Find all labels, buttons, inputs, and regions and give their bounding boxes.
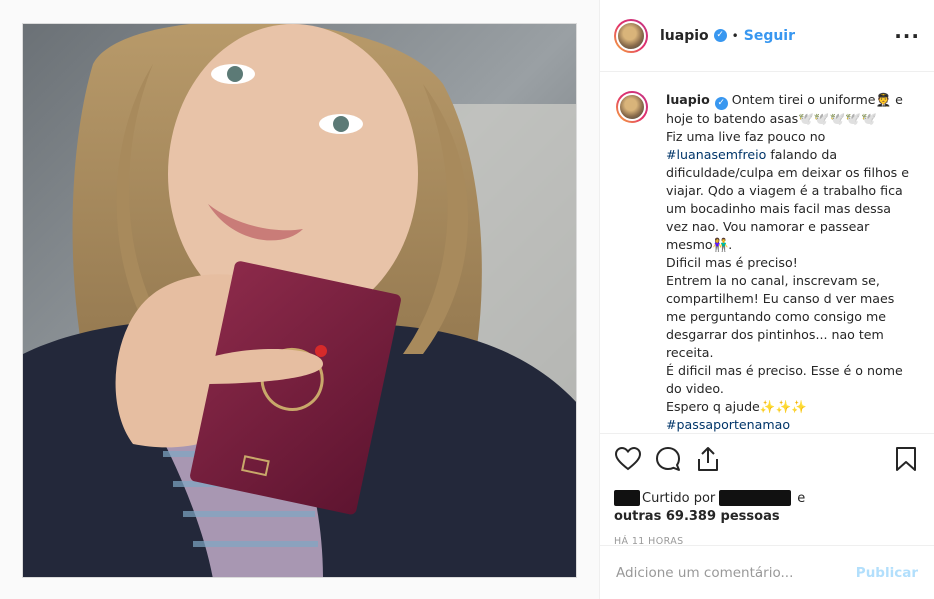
caption-line: me perguntando como consigo me	[666, 309, 887, 324]
likes-and-label: e	[797, 491, 806, 506]
redacted-avatar	[614, 490, 640, 506]
caption-text: luapio ✓ Ontem tirei o uniforme🧑‍✈️ e hoj…	[666, 91, 916, 433]
caption-line: Ontem tirei o uniforme🧑‍✈️ e	[731, 92, 903, 107]
caption-line: um bocadinho mais facil mas dessa	[666, 201, 892, 216]
caption-row: luapio ✓ Ontem tirei o uniforme🧑‍✈️ e hoj…	[616, 91, 918, 433]
liked-by-label: Curtido por	[642, 491, 716, 506]
instagram-post-modal: luapio ✓ • Seguir ··· luapio ✓ Ontem tire…	[0, 0, 934, 599]
hashtag-passaportenamao[interactable]: #passaportenamao	[666, 417, 790, 432]
action-icons	[614, 444, 920, 474]
post-header: luapio ✓ • Seguir ···	[600, 0, 934, 72]
post-photo[interactable]	[22, 23, 577, 578]
caption-line: receita.	[666, 345, 714, 360]
post-actions: Curtido por e outras 69.389 pessoas HÁ 1…	[600, 433, 934, 547]
avatar-image	[616, 20, 646, 51]
photo-illustration	[23, 24, 576, 577]
like-heart-icon[interactable]	[614, 445, 642, 473]
photo-pane	[0, 0, 600, 599]
comment-input[interactable]	[616, 564, 856, 581]
caption-avatar-image	[618, 93, 646, 121]
avatar[interactable]	[614, 18, 648, 53]
caption-section: luapio ✓ Ontem tirei o uniforme🧑‍✈️ e hoj…	[600, 73, 934, 433]
header-username[interactable]: luapio	[660, 28, 709, 44]
more-options-icon[interactable]: ···	[894, 26, 920, 46]
comment-bubble-icon[interactable]	[654, 445, 682, 473]
hashtag-luanasemfreio[interactable]: #luanasemfreio	[666, 147, 766, 162]
caption-verified-badge-icon: ✓	[714, 97, 728, 110]
caption-line: Entrem la no canal, inscrevam se,	[666, 273, 880, 288]
caption-avatar[interactable]	[616, 91, 648, 123]
caption-line: Fiz uma live faz pouco no	[666, 129, 826, 144]
separator-dot: •	[731, 28, 739, 43]
caption-line: viajar. Qdo a viagem é a trabalho fica	[666, 183, 903, 198]
caption-line: dificuldade/culpa em deixar os filhos e	[666, 165, 909, 180]
likes-summary: Curtido por e outras 69.389 pessoas	[614, 490, 920, 526]
caption-line: Espero q ajude✨✨✨	[666, 399, 807, 414]
post-sidebar: luapio ✓ • Seguir ··· luapio ✓ Ontem tire…	[600, 0, 934, 599]
caption-line: mesmo👫.	[666, 237, 733, 252]
caption-username[interactable]: luapio	[666, 92, 710, 107]
share-upload-icon[interactable]	[694, 445, 722, 473]
comment-box: Publicar	[600, 545, 934, 599]
redacted-username[interactable]	[719, 490, 792, 506]
caption-line: hoje to batendo asas🕊️🕊️🕊️🕊️🕊️	[666, 111, 877, 126]
likes-others-link[interactable]: outras 69.389 pessoas	[614, 508, 920, 526]
caption-line: É dificil mas é preciso. Esse é o nome	[666, 363, 903, 378]
caption-line: Dificil mas é preciso!	[666, 255, 798, 270]
caption-line: vez nao. Vou namorar e passear	[666, 219, 870, 234]
publish-button[interactable]: Publicar	[856, 565, 918, 581]
follow-button[interactable]: Seguir	[744, 28, 795, 44]
bookmark-save-icon[interactable]	[892, 445, 920, 473]
verified-badge-icon: ✓	[713, 29, 727, 42]
caption-line: compartilhem! Eu canso d ver maes	[666, 291, 895, 306]
caption-line: falando da	[766, 147, 838, 162]
caption-line: do video.	[666, 381, 724, 396]
caption-line: desgarrar dos pintinhos... nao tem	[666, 327, 884, 342]
